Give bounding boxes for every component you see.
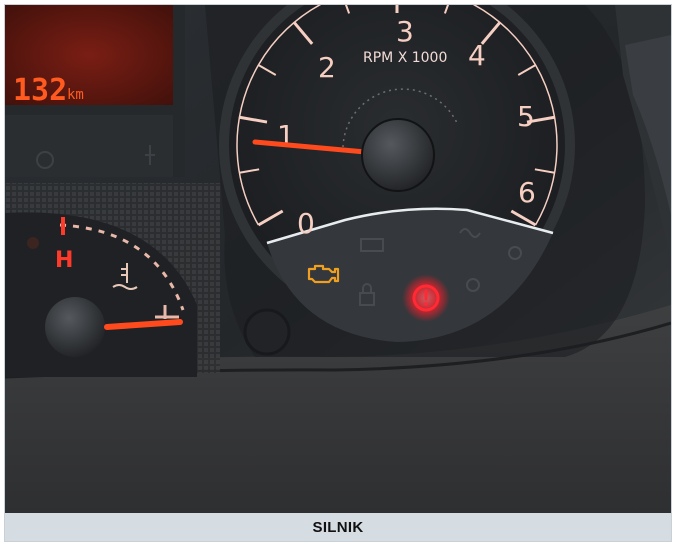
stop-warning-icon	[402, 274, 450, 322]
dashboard-photo: 132 km H RPM X 1000 0 1 2 3 4 5 6	[5, 5, 671, 513]
scale-number-3: 3	[396, 15, 414, 48]
scale-number-6: 6	[518, 176, 536, 209]
odometer-unit: km	[67, 87, 84, 103]
caption-bar: SILNIK	[5, 513, 671, 541]
scale-number-2: 2	[318, 51, 336, 84]
scale-number-0: 0	[297, 207, 315, 240]
temperature-hub	[45, 297, 105, 357]
tachometer-hub	[361, 118, 435, 192]
scale-number-4: 4	[468, 39, 486, 72]
tachometer-unit-label: RPM X 1000	[363, 50, 447, 66]
odometer-value: 132	[13, 73, 67, 108]
caption-label: SILNIK	[312, 518, 364, 536]
trip-display: 132 km	[5, 5, 185, 177]
scale-number-5: 5	[517, 100, 535, 133]
temperature-high-mark: H	[55, 248, 73, 273]
photo-frame: 132 km H RPM X 1000 0 1 2 3 4 5 6 SILNIK	[4, 4, 672, 542]
